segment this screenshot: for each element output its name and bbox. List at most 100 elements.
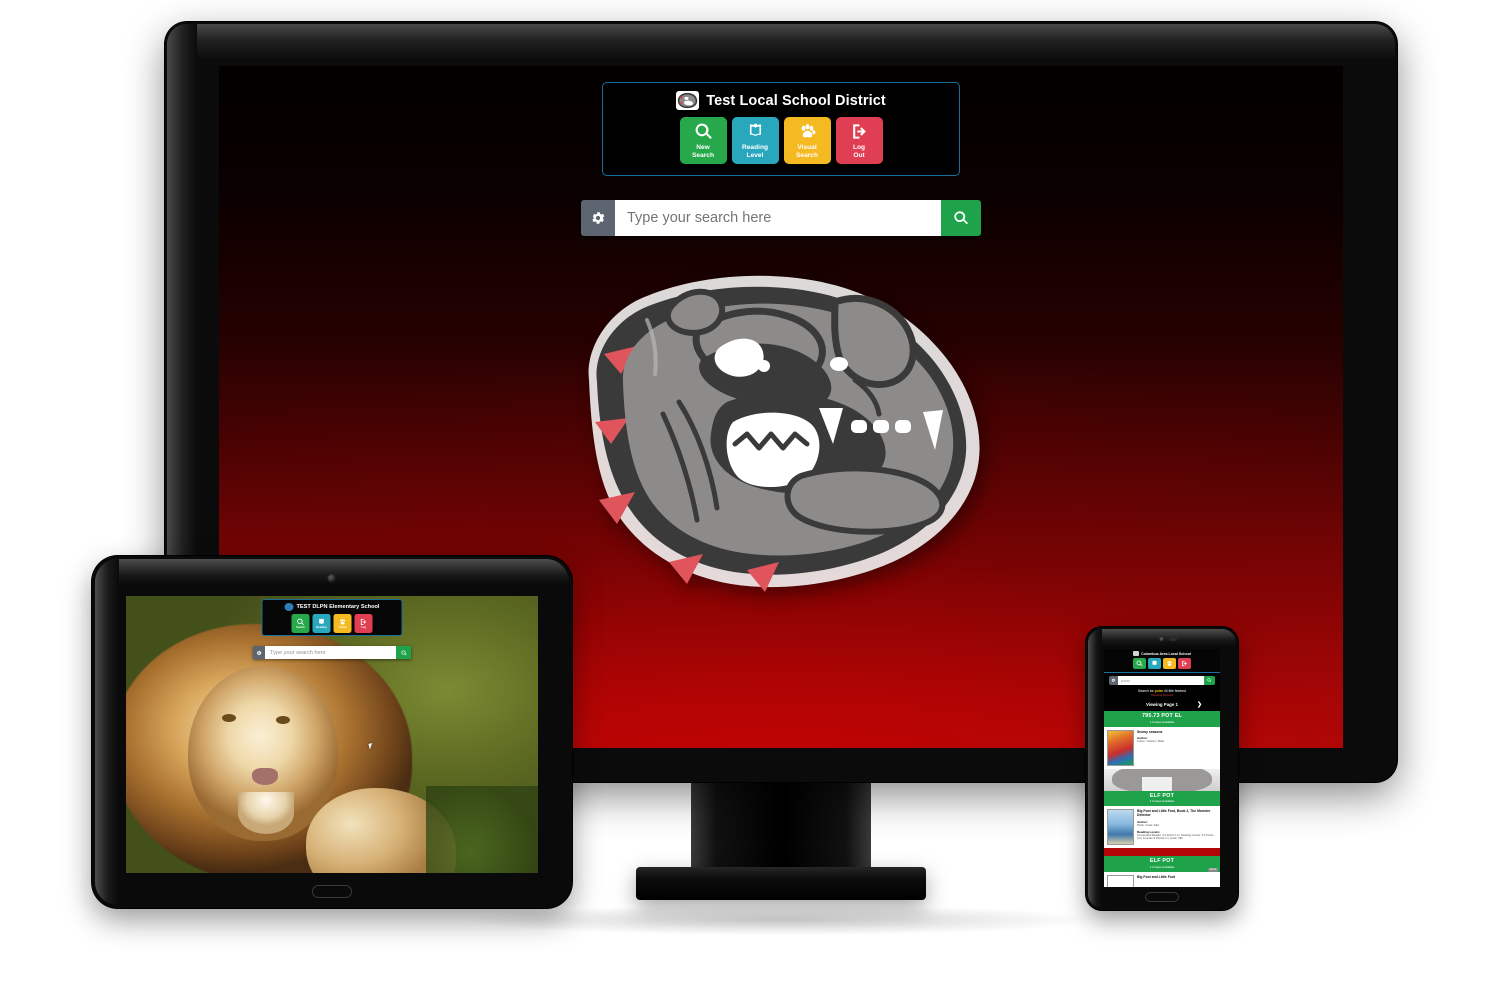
tablet-header-button-group: Search Reading Visual Log [263, 614, 402, 633]
magnifier-icon [694, 122, 713, 142]
tablet-page-title: TEST DLPN Elementary School [296, 604, 380, 610]
phone-header-button-group [1104, 658, 1220, 669]
book-title: Big Foot and Little Foot [1137, 874, 1176, 879]
tablet-new-search-label: Search [296, 625, 305, 629]
shelf-code: ELF POT [1149, 792, 1175, 799]
lion-eyes [222, 714, 236, 722]
tablet-screen: TEST DLPN Elementary School Search Readi… [126, 596, 538, 873]
book-meta: Big Foot and Little Foot [1137, 875, 1217, 888]
new-search-label-1: New [696, 143, 710, 151]
tablet-log-out-button[interactable]: Log [354, 614, 373, 633]
result-shelf-band: ELF POT 1 Copies Available [1104, 856, 1220, 872]
tablet-log-out-label: Log [361, 625, 366, 629]
tablet-app-header: TEST DLPN Elementary School Search Readi… [261, 599, 403, 636]
product-showcase-scene: Test Local School District New Search Re… [0, 0, 1498, 993]
phone-home-button[interactable] [1145, 892, 1179, 902]
list-item[interactable]: Big Foot and Little Foot, Book 2, The Mo… [1104, 806, 1220, 848]
phone-page-title: Columbus Area Local School [1141, 651, 1191, 656]
ebook-badge: Ebook [1208, 867, 1218, 872]
phone-search-input[interactable]: polar [1118, 676, 1204, 685]
gear-icon[interactable] [253, 646, 265, 659]
list-item[interactable]: Big Foot and Little Foot Ebook [1104, 867, 1220, 888]
phone-search-area: polar [1104, 673, 1220, 688]
lion-muzzle [238, 792, 294, 834]
logout-icon [360, 618, 367, 625]
page-title: Test Local School District [706, 92, 886, 109]
monitor-base [636, 867, 926, 900]
list-gap [1104, 848, 1220, 856]
tablet-home-button[interactable] [312, 885, 352, 898]
phone-log-out-button[interactable] [1178, 658, 1191, 669]
copies-available: 1 Copies Available [1149, 719, 1175, 724]
gear-icon[interactable] [581, 200, 615, 236]
tablet-device: TEST DLPN Elementary School Search Readi… [92, 556, 572, 908]
visual-search-button[interactable]: Visual Search [783, 117, 831, 164]
bulldog-mascot-icon [588, 275, 980, 592]
visual-search-label-1: Visual [797, 143, 817, 151]
list-item[interactable]: Snowy seasons Author: Coben / Gibson / M… [1104, 726, 1220, 769]
desktop-header-title-row: Test Local School District [603, 83, 959, 113]
book-title: Snowy seasons [1137, 729, 1163, 734]
reading-level-button[interactable]: Reading Level [731, 117, 779, 164]
phone-reading-level-button[interactable] [1148, 658, 1161, 669]
foliage [426, 786, 538, 873]
chevron-right-icon[interactable]: ❯ [1197, 701, 1202, 708]
tablet-visual-search-button[interactable]: Visual [333, 614, 352, 633]
magnifier-icon [297, 618, 304, 625]
desktop-search-bar [581, 200, 981, 236]
book-title: Big Foot and Little Foot, Book 2, The Mo… [1137, 809, 1211, 818]
bulldog-logo-icon [676, 91, 700, 110]
shelf-code: ELF POT [1149, 858, 1175, 864]
tablet-visual-search-label: Visual [338, 625, 347, 629]
new-search-button[interactable]: New Search [679, 117, 727, 164]
phone-device: Columbus Area Local School polar Search … [1086, 627, 1238, 910]
book-cover-image [1107, 874, 1134, 887]
visual-search-label-2: Search [796, 151, 818, 159]
school-logo-icon [284, 603, 294, 611]
phone-app-header: Columbus Area Local School [1104, 649, 1220, 673]
phone-screen: Columbus Area Local School polar Search … [1104, 649, 1220, 887]
tablet-reading-level-button[interactable]: Reading [312, 614, 331, 633]
search-input[interactable] [615, 200, 941, 236]
gear-icon[interactable] [1109, 676, 1118, 685]
open-book-icon [746, 122, 765, 142]
paw-print-icon [798, 122, 817, 142]
logout-icon [1182, 660, 1187, 667]
phone-visual-search-button[interactable] [1163, 658, 1176, 669]
phone-speaker-icon [1169, 638, 1177, 641]
pager-label: Viewing Page 1 [1146, 702, 1178, 707]
tablet-search-submit-button[interactable] [396, 646, 411, 659]
logout-icon [850, 122, 869, 142]
tablet-reading-level-label: Reading [316, 625, 327, 629]
phone-header-title-row: Columbus Area Local School [1104, 651, 1220, 656]
tablet-search-input[interactable]: Type your search here [265, 646, 396, 659]
log-out-label-1: Log [852, 143, 866, 151]
paw-print-icon [340, 618, 345, 625]
book-meta: Snowy seasons Author: Coben / Gibson / M… [1137, 730, 1217, 766]
phone-search-submit-button[interactable] [1204, 676, 1215, 685]
search-icon [1207, 678, 1212, 683]
result-shelf-band: ELF POT 1 Copies Available [1104, 790, 1220, 806]
tablet-header-title-row: TEST DLPN Elementary School [263, 600, 402, 612]
author-value: Potter / Hale / Ellis [1137, 823, 1160, 827]
log-out-button[interactable]: Log Out [835, 117, 883, 164]
phone-camera-icon [1159, 637, 1165, 642]
search-icon [401, 649, 407, 655]
shelf-code: 795.73 POT EL [1141, 713, 1183, 719]
lion-nose [252, 768, 278, 785]
magnifier-icon [1136, 660, 1143, 667]
desktop-app-header: Test Local School District New Search Re… [602, 82, 960, 176]
copies-available: 1 Copies Available [1149, 864, 1175, 869]
phone-new-search-button[interactable] [1133, 658, 1146, 669]
tablet-new-search-button[interactable]: Search [291, 614, 310, 633]
book-cover-image [1107, 729, 1134, 766]
search-submit-button[interactable] [941, 200, 981, 236]
book-meta: Big Foot and Little Foot, Book 2, The Mo… [1137, 809, 1217, 845]
phone-pager: Viewing Page 1 ❯ [1104, 699, 1220, 711]
school-logo-icon [1133, 651, 1140, 656]
tablet-camera-icon [327, 574, 337, 583]
desktop-header-button-group: New Search Reading Level Visual Search L… [603, 117, 959, 164]
open-book-icon [319, 618, 324, 624]
open-book-icon [1152, 660, 1157, 666]
phone-search-bar: polar [1109, 676, 1215, 685]
